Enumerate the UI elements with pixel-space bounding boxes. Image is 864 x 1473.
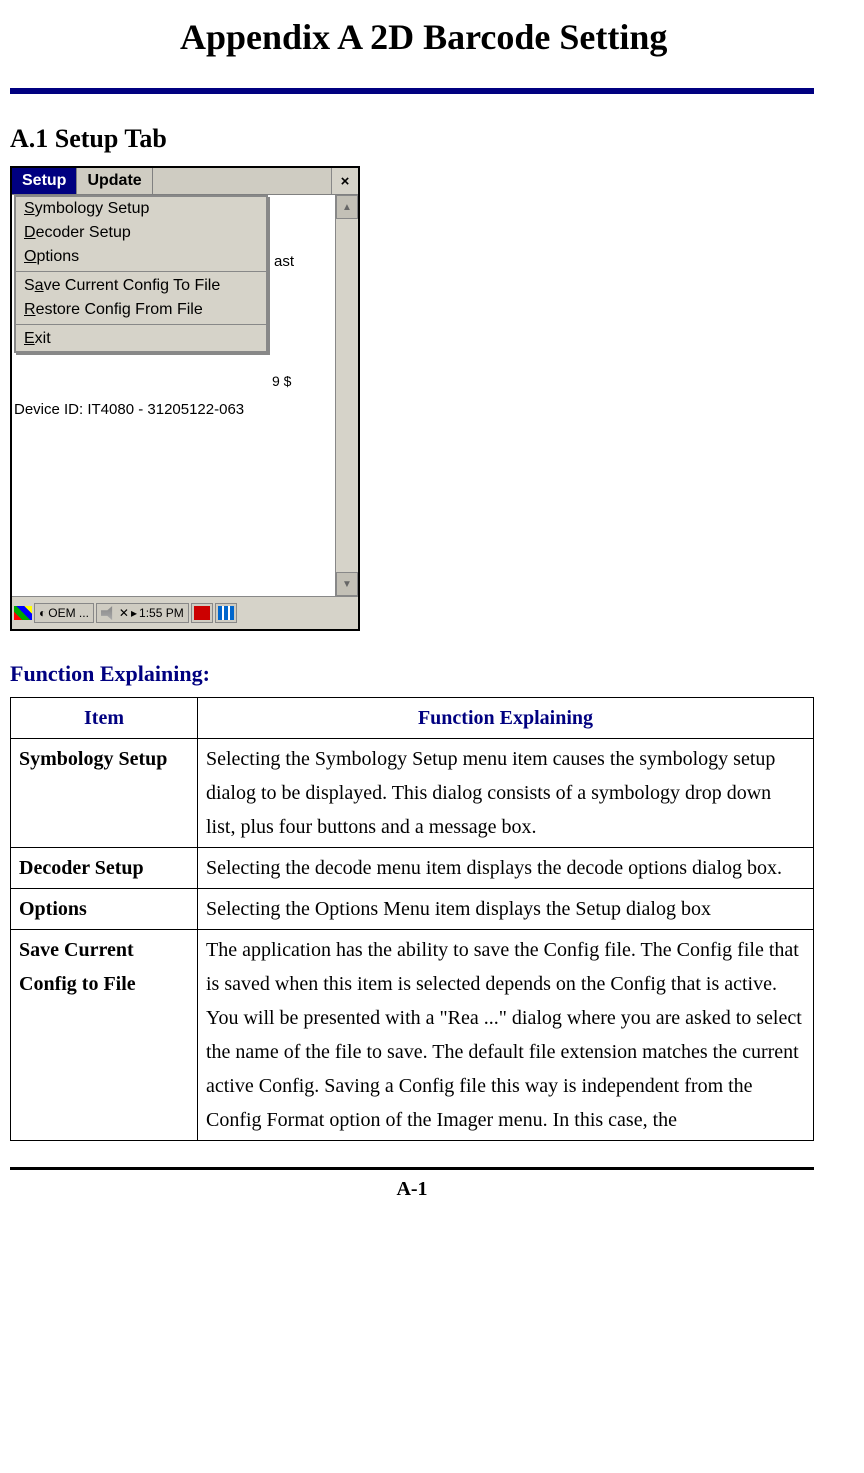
start-icon[interactable] [14,606,32,620]
item-cell: Symbology Setup [11,739,198,848]
footer-rule [10,1167,814,1170]
tray-icon-1[interactable] [191,603,213,623]
tray-icon-2[interactable] [215,603,237,623]
desc-cell: Selecting the decode menu item displays … [198,848,814,889]
menu-item-options[interactable]: Options [16,245,266,269]
close-button[interactable]: × [331,168,358,194]
menu-item-decoder-setup[interactable]: Decoder Setup [16,221,266,245]
item-cell: Options [11,889,198,930]
scroll-down-button[interactable]: ▼ [336,572,358,596]
device-id-label: Device ID: IT4080 - 31205122-063 [14,401,244,418]
appendix-title: Appendix A 2D Barcode Setting [180,10,814,64]
tab-setup[interactable]: Setup [12,168,77,194]
page-number: A-1 [10,1178,814,1201]
col-header-item: Item [11,698,198,739]
taskbar-tray[interactable]: ✕▸ 1:55 PM [96,603,189,623]
obscured-text-ast: ast [274,253,294,270]
desc-cell: Selecting the Options Menu item displays… [198,889,814,930]
scroll-up-button[interactable]: ▲ [336,195,358,219]
menu-item-symbology-setup[interactable]: Symbology Setup [16,197,266,221]
menu-item-exit[interactable]: Exit [16,327,266,351]
tab-update[interactable]: Update [77,168,152,194]
title-rule [10,88,814,94]
obscured-text-dollar: 9 $ [272,373,291,389]
item-cell: Decoder Setup [11,848,198,889]
table-row: Symbology Setup Selecting the Symbology … [11,739,814,848]
desc-cell: Selecting the Symbology Setup menu item … [198,739,814,848]
setup-screenshot: Setup Update × Symbology Setup Decoder S… [10,166,360,631]
taskbar-oem-button[interactable]: ◐ OEM ... [34,603,94,623]
menu-item-restore-config[interactable]: Restore Config From File [16,298,266,322]
speaker-icon[interactable] [101,606,117,620]
desc-cell: The application has the ability to save … [198,930,814,1141]
taskbar-time: 1:55 PM [139,606,184,620]
function-explaining-heading: Function Explaining: [10,661,814,687]
taskbar: ◐ OEM ... ✕▸ 1:55 PM [12,596,358,629]
section-heading: A.1 Setup Tab [10,124,814,154]
table-row: Decoder Setup Selecting the decode menu … [11,848,814,889]
function-table: Item Function Explaining Symbology Setup… [10,697,814,1141]
menu-item-save-config[interactable]: Save Current Config To File [16,274,266,298]
window-body: Symbology Setup Decoder Setup Options Sa… [12,195,358,596]
table-row: Save Current Config to File The applicat… [11,930,814,1141]
setup-dropdown-menu: Symbology Setup Decoder Setup Options Sa… [14,195,268,353]
connection-icon[interactable]: ✕ [119,606,129,620]
window-tabs: Setup Update × [12,168,358,195]
item-cell: Save Current Config to File [11,930,198,1141]
table-row: Options Selecting the Options Menu item … [11,889,814,930]
col-header-function: Function Explaining [198,698,814,739]
scrollbar[interactable]: ▲ ▼ [335,195,358,596]
